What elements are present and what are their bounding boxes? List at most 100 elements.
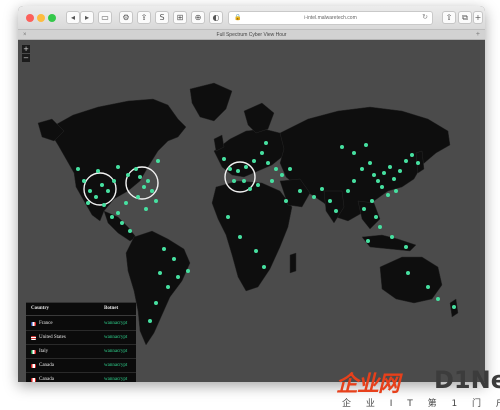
zoom-out-button[interactable]: − (22, 54, 30, 62)
infection-dot[interactable] (144, 207, 148, 211)
infection-dot[interactable] (280, 173, 284, 177)
infection-dot[interactable] (394, 189, 398, 193)
infection-dot[interactable] (376, 179, 380, 183)
infection-dot[interactable] (150, 189, 154, 193)
infection-dot[interactable] (142, 185, 146, 189)
reload-icon[interactable]: ↻ (422, 12, 428, 24)
infection-dot[interactable] (392, 177, 396, 181)
zoom-in-button[interactable]: + (22, 45, 30, 53)
botnet-map[interactable]: + − Country Botnet France wannacrypt Uni… (18, 41, 485, 382)
infection-dot[interactable] (254, 249, 258, 253)
tabs-overview-icon[interactable]: ⧉ (458, 11, 472, 24)
infection-dot[interactable] (436, 297, 440, 301)
infection-dot[interactable] (88, 189, 92, 193)
infection-dot[interactable] (312, 195, 316, 199)
share-extension-icon[interactable]: ⇪ (137, 11, 151, 24)
infection-dot[interactable] (416, 161, 420, 165)
infection-dot[interactable] (334, 209, 338, 213)
infection-dot[interactable] (138, 175, 142, 179)
grid-extension-icon[interactable]: ⊞ (173, 11, 187, 24)
infection-dot[interactable] (374, 215, 378, 219)
infection-dot[interactable] (102, 203, 106, 207)
infection-dot[interactable] (112, 179, 116, 183)
share-icon[interactable]: ⇧ (442, 11, 456, 24)
infection-dot[interactable] (452, 305, 456, 309)
infection-dot[interactable] (124, 201, 128, 205)
infection-dot[interactable] (372, 173, 376, 177)
back-button[interactable]: ◂ (66, 11, 80, 24)
infection-dot[interactable] (166, 285, 170, 289)
infection-dot[interactable] (96, 169, 100, 173)
infection-dot[interactable] (328, 199, 332, 203)
infection-dot[interactable] (260, 151, 264, 155)
infection-dot[interactable] (116, 165, 120, 169)
new-tab-icon[interactable]: + (473, 11, 483, 24)
infection-dot[interactable] (288, 167, 292, 171)
infection-dot[interactable] (266, 161, 270, 165)
infection-dot[interactable] (136, 195, 140, 199)
infection-dot[interactable] (100, 183, 104, 187)
infection-dot[interactable] (76, 167, 80, 171)
infection-dot[interactable] (386, 193, 390, 197)
infection-dot[interactable] (284, 199, 288, 203)
globe-extension-icon[interactable]: ⊕ (191, 11, 205, 24)
infection-dot[interactable] (264, 141, 268, 145)
skype-extension-icon[interactable]: S (155, 11, 169, 24)
infection-dot[interactable] (242, 179, 246, 183)
infection-dot[interactable] (110, 215, 114, 219)
infection-dot[interactable] (86, 201, 90, 205)
infection-dot[interactable] (248, 187, 252, 191)
infection-dot[interactable] (382, 171, 386, 175)
infection-dot[interactable] (404, 245, 408, 249)
infection-dot[interactable] (256, 183, 260, 187)
infection-dot[interactable] (186, 269, 190, 273)
infection-dot[interactable] (406, 271, 410, 275)
infection-dot[interactable] (388, 165, 392, 169)
infection-dot[interactable] (156, 159, 160, 163)
infection-dot[interactable] (172, 257, 176, 261)
infection-dot[interactable] (82, 179, 86, 183)
infection-dot[interactable] (162, 247, 166, 251)
infection-dot[interactable] (238, 235, 242, 239)
infection-dot[interactable] (252, 159, 256, 163)
infection-dot[interactable] (390, 235, 394, 239)
infection-dot[interactable] (340, 145, 344, 149)
infection-dot[interactable] (120, 221, 124, 225)
infection-dot[interactable] (228, 167, 232, 171)
add-tab-icon[interactable]: + (476, 30, 480, 40)
infection-dot[interactable] (222, 157, 226, 161)
infection-dot[interactable] (134, 167, 138, 171)
infection-dot[interactable] (126, 173, 130, 177)
infection-dot[interactable] (274, 167, 278, 171)
infection-dot[interactable] (106, 189, 110, 193)
minimize-window-button[interactable] (37, 14, 45, 22)
infection-dot[interactable] (380, 185, 384, 189)
infection-dot[interactable] (298, 189, 302, 193)
infection-dot[interactable] (360, 167, 364, 171)
infection-dot[interactable] (404, 159, 408, 163)
infection-dot[interactable] (352, 179, 356, 183)
infection-dot[interactable] (426, 285, 430, 289)
infection-dot[interactable] (154, 199, 158, 203)
extension-icon[interactable]: ⚙ (119, 11, 133, 24)
infection-dot[interactable] (410, 153, 414, 157)
infection-dot[interactable] (236, 169, 240, 173)
infection-dot[interactable] (370, 199, 374, 203)
infection-dot[interactable] (154, 301, 158, 305)
infection-dot[interactable] (158, 271, 162, 275)
infection-dot[interactable] (176, 275, 180, 279)
address-bar[interactable]: 🔒 i-intel.malwaretech.com ↻ (228, 11, 433, 25)
infection-dot[interactable] (232, 179, 236, 183)
infection-dot[interactable] (148, 319, 152, 323)
close-window-button[interactable] (26, 14, 34, 22)
infection-dot[interactable] (368, 161, 372, 165)
infection-dot[interactable] (244, 165, 248, 169)
infection-dot[interactable] (94, 195, 98, 199)
infection-dot[interactable] (366, 239, 370, 243)
forward-button[interactable]: ▸ (80, 11, 94, 24)
infection-dot[interactable] (146, 179, 150, 183)
infection-dot[interactable] (128, 229, 132, 233)
infection-dot[interactable] (262, 265, 266, 269)
sidebar-button[interactable]: ▭ (98, 11, 112, 24)
infection-dot[interactable] (346, 189, 350, 193)
